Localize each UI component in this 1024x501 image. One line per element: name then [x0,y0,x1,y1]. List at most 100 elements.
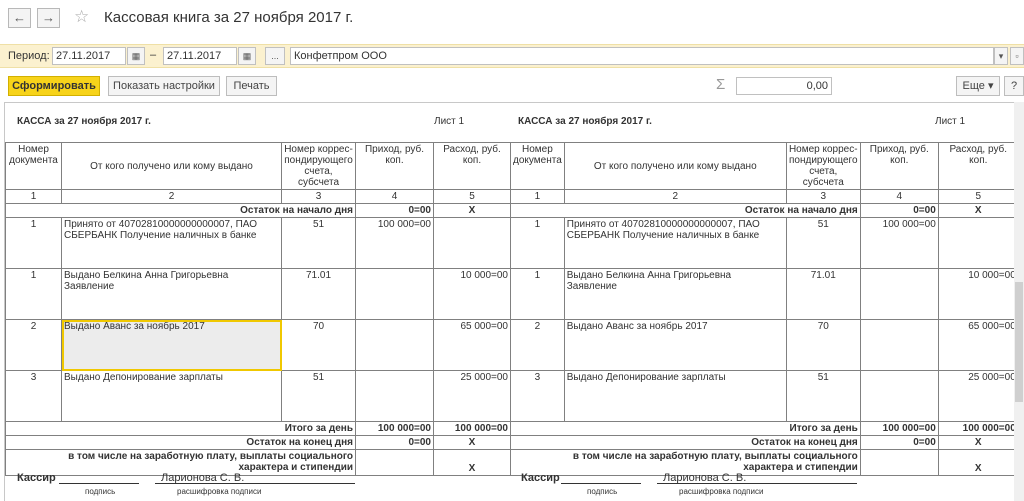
decode-line [657,483,857,484]
col-number: 1 [510,189,565,204]
party-cell[interactable]: Выдано Депонирование зарплаты [61,370,282,422]
date-from-input[interactable]: 27.11.2017 [52,47,126,65]
opening-balance-expense: X [937,203,1019,218]
opening-balance-expense: X [433,203,511,218]
account-cell[interactable]: 51 [785,370,861,422]
closing-balance-income: 0=00 [859,435,939,450]
period-dash: – [150,49,157,61]
income-cell[interactable] [355,268,434,320]
cashier-label: Кассир [17,472,56,484]
account-cell[interactable]: 71.01 [785,268,861,320]
party-cell[interactable]: Выдано Аванс за ноябрь 2017 [563,319,787,371]
expense-cell[interactable] [937,217,1019,269]
back-button[interactable]: ← [8,8,31,28]
expense-cell[interactable]: 65 000=00 [937,319,1019,371]
show-settings-button[interactable]: Показать настройки [108,76,220,96]
filter-bar: Период: 27.11.2017 ▦ – 27.11.2017 ▦ ... … [0,44,1024,68]
more-label: Еще [962,80,985,92]
cash-table-right: Номер документа От кого получено или ком… [510,142,1019,476]
col-header-expense: Расход, руб. коп. [433,142,511,190]
expense-cell[interactable]: 10 000=00 [433,268,511,320]
report-area[interactable]: КАССА за 27 ноября 2017 г. Лист 1 КАССА … [4,102,1024,501]
help-button[interactable]: ? [1004,76,1024,96]
sheet-label-left: Лист 1 [434,116,465,127]
doc-number[interactable]: 2 [510,319,565,371]
income-cell[interactable]: 100 000=00 [859,217,939,269]
expense-cell[interactable]: 25 000=00 [433,370,511,422]
favorite-star-icon[interactable]: ☆ [74,7,89,27]
party-cell[interactable]: Выдано Белкина Анна Григорьевна Заявлени… [563,268,787,320]
party-cell[interactable]: Выдано Депонирование зарплаты [563,370,787,422]
more-button[interactable]: Еще ▾ [956,76,1000,96]
account-cell[interactable]: 51 [785,217,861,269]
sum-field: 0,00 [736,77,832,95]
chevron-down-icon: ▾ [998,51,1004,61]
party-cell[interactable]: Выдано Белкина Анна Григорьевна Заявлени… [61,268,282,320]
vertical-scrollbar[interactable] [1014,102,1024,501]
expense-cell[interactable] [433,217,511,269]
decode-caption: расшифровка подписи [177,487,262,496]
cashier-label: Кассир [521,472,560,484]
expense-cell[interactable]: 25 000=00 [937,370,1019,422]
income-cell[interactable]: 100 000=00 [355,217,434,269]
doc-number[interactable]: 3 [510,370,565,422]
opening-balance-income: 0=00 [859,203,939,218]
closing-balance-expense: X [433,435,511,450]
calendar-to-button[interactable]: ▦ [238,47,256,65]
expense-cell[interactable]: 65 000=00 [433,319,511,371]
closing-balance-income: 0=00 [355,435,434,450]
expense-cell[interactable]: 10 000=00 [937,268,1019,320]
table-row: 1 Принято от 40702810000000000007, ПАО С… [510,217,1019,269]
income-cell[interactable] [859,268,939,320]
doc-number[interactable]: 1 [5,217,62,269]
opening-balance-label: Остаток на начало дня [510,203,861,218]
income-cell[interactable] [859,319,939,371]
sign-caption: подпись [587,487,618,496]
print-button[interactable]: Печать [226,76,277,96]
calendar-from-button[interactable]: ▦ [127,47,145,65]
account-cell[interactable]: 51 [281,370,356,422]
col-number: 4 [355,189,434,204]
decode-line [155,483,355,484]
doc-number[interactable]: 3 [5,370,62,422]
open-icon: ▫ [1015,51,1019,61]
income-cell[interactable] [355,370,434,422]
doc-number[interactable]: 1 [5,268,62,320]
calendar-icon: ▦ [242,51,252,61]
organization-dropdown-button[interactable]: ▾ [994,47,1008,65]
table-row: 2 Выдано Аванс за ноябрь 2017 70 65 000=… [5,319,511,371]
report-title-left: КАССА за 27 ноября 2017 г. [17,116,151,127]
party-cell[interactable]: Принято от 40702810000000000007, ПАО СБЕ… [61,217,282,269]
doc-number[interactable]: 1 [510,217,565,269]
sheet-label-right: Лист 1 [935,116,966,127]
col-header-account: Номер коррес-пондирующего счета, субсчет… [281,142,356,190]
date-to-input[interactable]: 27.11.2017 [163,47,237,65]
salary-expense: X [433,449,511,476]
organization-open-button[interactable]: ▫ [1010,47,1024,65]
table-row: 1 Принято от 40702810000000000007, ПАО С… [5,217,511,269]
party-cell[interactable]: Принято от 40702810000000000007, ПАО СБЕ… [563,217,787,269]
forward-button[interactable]: → [37,8,60,28]
col-number: 2 [61,189,282,204]
decode-caption: расшифровка подписи [679,487,764,496]
income-cell[interactable] [859,370,939,422]
col-header-account: Номер коррес-пондирующего счета, субсчет… [785,142,861,190]
account-cell[interactable]: 70 [281,319,356,371]
generate-button[interactable]: Сформировать [8,76,100,96]
period-select-button[interactable]: ... [265,47,285,65]
total-label: Итого за день [510,421,861,436]
total-income: 100 000=00 [859,421,939,436]
col-header-expense: Расход, руб. коп. [937,142,1019,190]
doc-number[interactable]: 1 [510,268,565,320]
closing-balance-label: Остаток на конец дня [5,435,356,450]
income-cell[interactable] [355,319,434,371]
account-cell[interactable]: 71.01 [281,268,356,320]
organization-input[interactable]: Конфетпром ООО [290,47,994,65]
account-cell[interactable]: 70 [785,319,861,371]
account-cell[interactable]: 51 [281,217,356,269]
total-expense: 100 000=00 [937,421,1019,436]
scrollbar-thumb[interactable] [1015,282,1023,402]
doc-number[interactable]: 2 [5,319,62,371]
table-row: 1 Выдано Белкина Анна Григорьевна Заявле… [5,268,511,320]
party-cell-selected[interactable]: Выдано Аванс за ноябрь 2017 [61,319,282,371]
